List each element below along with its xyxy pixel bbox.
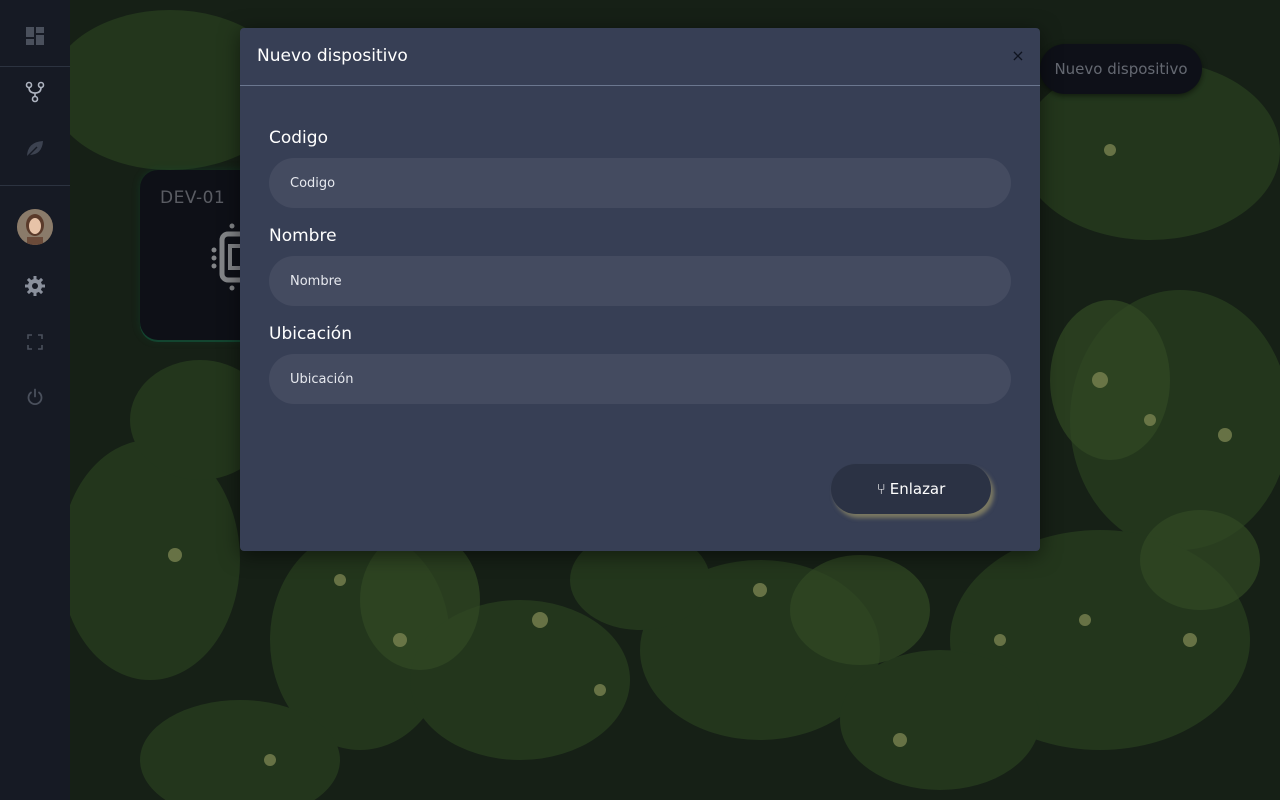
new-device-modal: Nuevo dispositivo × Codigo Nombre Ubicac… bbox=[240, 28, 1040, 551]
modal-title: Nuevo dispositivo bbox=[257, 46, 408, 66]
modal-header: Nuevo dispositivo × bbox=[240, 28, 1040, 86]
sidebar-item-leaf[interactable] bbox=[0, 121, 70, 177]
sidebar-item-devices[interactable] bbox=[0, 64, 70, 120]
avatar bbox=[17, 209, 53, 245]
leaf-icon bbox=[26, 141, 43, 158]
sidebar-item-settings[interactable] bbox=[0, 258, 70, 314]
gear-icon bbox=[25, 276, 45, 296]
sidebar bbox=[0, 0, 70, 800]
codigo-label: Codigo bbox=[269, 128, 328, 148]
link-button-label: Enlazar bbox=[889, 480, 946, 498]
sidebar-item-logout[interactable] bbox=[0, 369, 70, 425]
sidebar-item-fullscreen[interactable] bbox=[0, 314, 70, 370]
branch-icon bbox=[25, 81, 45, 103]
ubicacion-input[interactable] bbox=[269, 354, 1011, 404]
power-icon bbox=[27, 388, 43, 406]
codigo-input[interactable] bbox=[269, 158, 1011, 208]
sidebar-divider bbox=[0, 185, 70, 186]
link-icon: ⑂ bbox=[876, 480, 886, 498]
nombre-label: Nombre bbox=[269, 226, 337, 246]
close-icon: × bbox=[1011, 46, 1025, 65]
link-button[interactable]: ⑂ Enlazar bbox=[831, 464, 991, 514]
fullscreen-icon bbox=[27, 334, 43, 350]
ubicacion-label: Ubicación bbox=[269, 324, 352, 344]
sidebar-item-profile[interactable] bbox=[0, 199, 70, 255]
nombre-input[interactable] bbox=[269, 256, 1011, 306]
dashboard-icon bbox=[26, 27, 44, 45]
sidebar-item-dashboard[interactable] bbox=[0, 8, 70, 64]
close-button[interactable]: × bbox=[1010, 48, 1026, 64]
